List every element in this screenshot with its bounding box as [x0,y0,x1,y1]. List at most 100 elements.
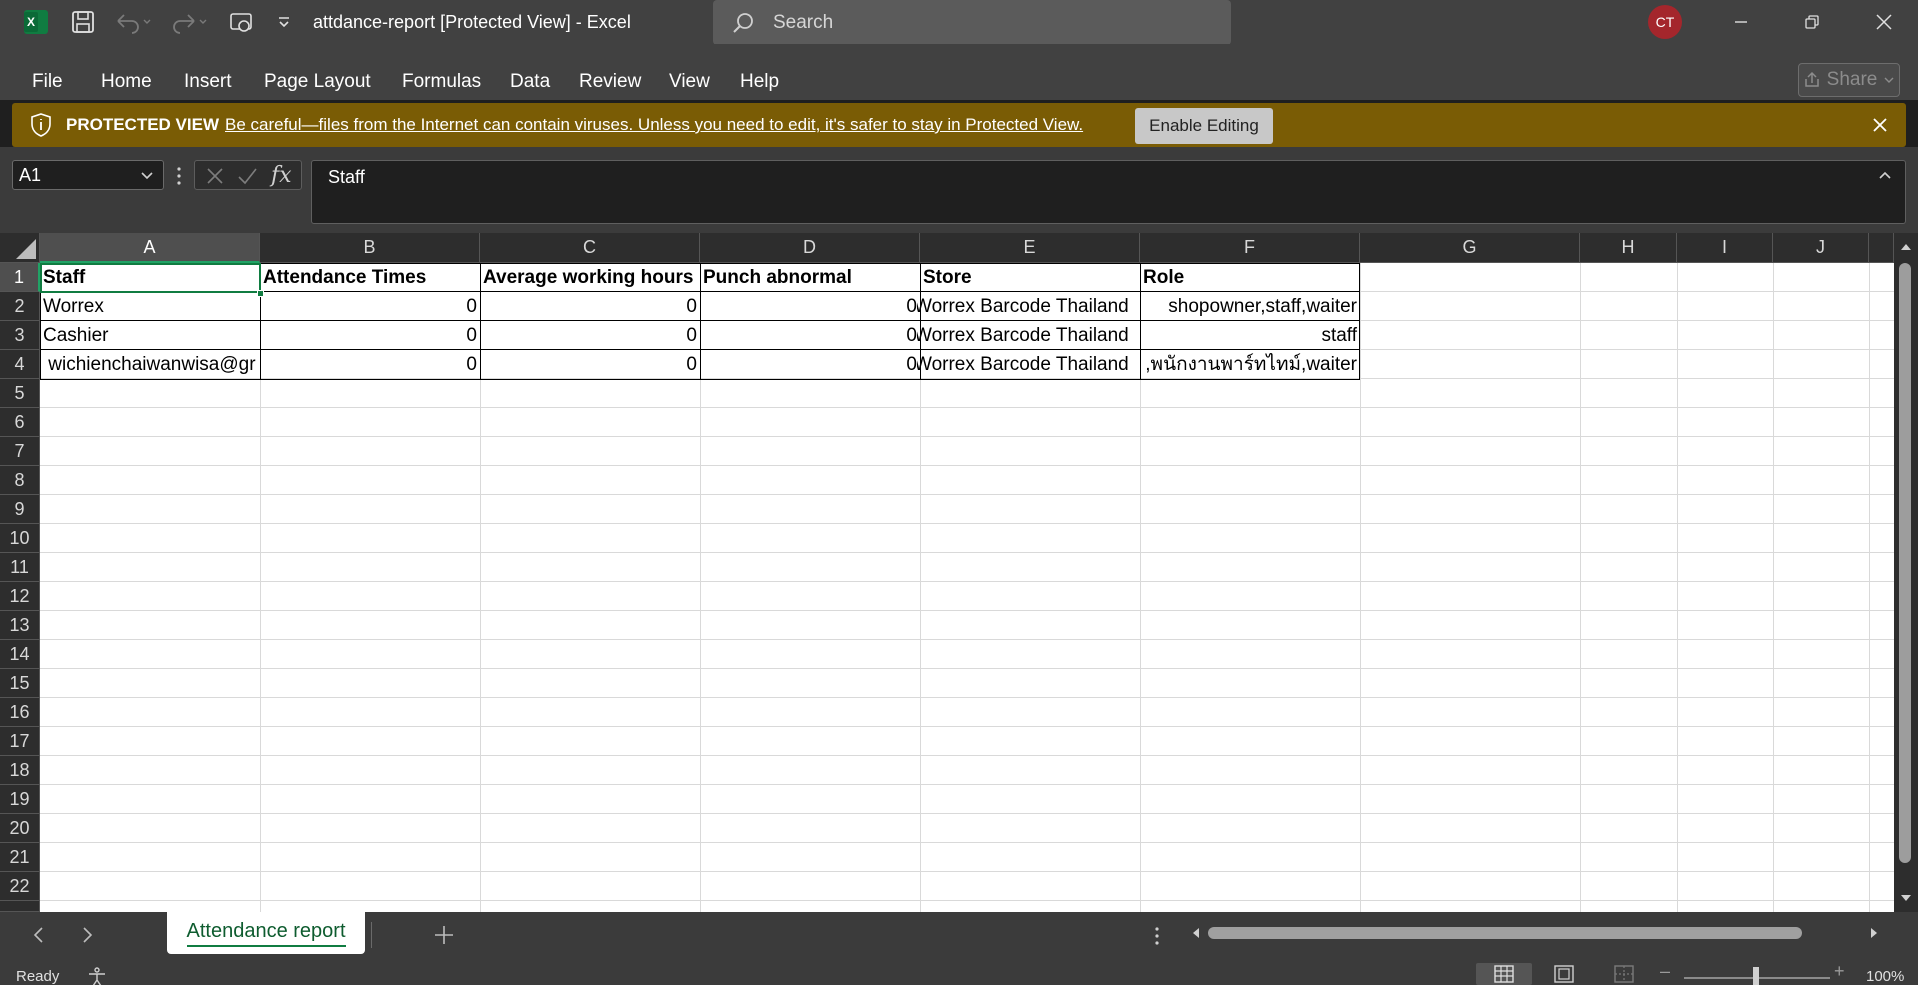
tab-review[interactable]: Review [579,44,641,100]
cell-a3[interactable]: Cashier [40,321,260,350]
tab-view[interactable]: View [669,44,710,100]
page-layout-view-button[interactable] [1536,963,1592,985]
zoom-slider-knob[interactable] [1753,967,1759,985]
fill-handle[interactable] [257,290,264,297]
column-header[interactable]: H [1580,233,1677,263]
cell-c2[interactable]: 0 [480,292,700,321]
column-header[interactable]: E [920,233,1140,263]
horizontal-scrollbar[interactable] [1182,922,1882,944]
row-header[interactable]: 2 [0,292,40,321]
cell-e2[interactable]: Worrex Barcode Thailand [917,292,1140,321]
more-options-icon[interactable] [172,163,186,189]
vertical-scrollbar[interactable] [1894,233,1918,912]
cell-e1[interactable]: Store [920,263,1140,292]
row-header[interactable]: 15 [0,669,40,698]
user-avatar[interactable]: CT [1648,5,1682,39]
cell-b1[interactable]: Attendance Times [260,263,480,292]
worksheet-grid[interactable]: A B C D E F G H I J 1 2 3 4 5 6 7 8 9 10… [0,233,1918,912]
check-icon[interactable] [235,164,259,188]
row-header[interactable]: 10 [0,524,40,553]
cell-e4[interactable]: Worrex Barcode Thailand [917,350,1140,379]
column-header[interactable]: D [700,233,920,263]
vertical-scroll-thumb[interactable] [1899,263,1911,863]
cell-f3[interactable]: staff [1140,321,1360,350]
cell-c4[interactable]: 0 [480,350,700,379]
row-header[interactable]: 1 [0,263,40,292]
cell-a2[interactable]: Worrex [40,292,260,321]
cell-d1[interactable]: Punch abnormal [700,263,920,292]
cell-a1[interactable]: Staff [40,263,260,292]
share-button[interactable]: Share [1798,63,1900,97]
insert-function-icon[interactable]: fx [271,161,292,191]
save-button[interactable] [68,0,98,44]
add-sheet-icon[interactable] [431,922,457,948]
row-header[interactable]: 22 [0,872,40,901]
cell-f1[interactable]: Role [1140,263,1360,292]
tab-data[interactable]: Data [510,44,550,100]
scroll-up-icon[interactable] [1898,239,1914,255]
column-header[interactable]: J [1773,233,1869,263]
horizontal-scroll-thumb[interactable] [1208,927,1802,939]
customize-qat-button[interactable] [272,0,296,44]
column-header[interactable]: G [1360,233,1580,263]
row-header[interactable]: 7 [0,437,40,466]
minimize-button[interactable] [1713,0,1769,44]
row-header[interactable]: 6 [0,408,40,437]
close-icon[interactable] [1868,113,1892,137]
row-header[interactable]: 14 [0,640,40,669]
row-header[interactable]: 20 [0,814,40,843]
row-header[interactable]: 18 [0,756,40,785]
name-box[interactable]: A1 [12,160,164,190]
sheet-tab-attendance-report[interactable]: Attendance report [167,912,365,954]
tab-insert[interactable]: Insert [184,44,232,100]
touch-mode-button[interactable] [226,0,256,44]
row-header[interactable]: 9 [0,495,40,524]
row-header[interactable]: 5 [0,379,40,408]
normal-view-button[interactable] [1476,963,1532,985]
redo-button[interactable] [168,0,208,44]
cell-d2[interactable]: 0 [700,292,920,321]
search-box[interactable]: Search [713,0,1231,45]
tab-file[interactable]: File [32,44,63,100]
cell-f2[interactable]: shopowner,staff,waiter [1140,292,1360,321]
chevron-left-icon[interactable] [28,924,50,946]
row-header[interactable]: 19 [0,785,40,814]
tab-page-layout[interactable]: Page Layout [264,44,371,100]
column-header[interactable]: F [1140,233,1360,263]
undo-button[interactable] [112,0,152,44]
cell-b3[interactable]: 0 [260,321,480,350]
zoom-level[interactable]: 100% [1866,958,1904,985]
zoom-in-button[interactable]: + [1834,961,1845,982]
enable-editing-button[interactable]: Enable Editing [1135,108,1273,144]
accessibility-icon[interactable] [86,966,108,985]
scroll-left-icon[interactable] [1188,925,1204,941]
formula-input[interactable]: Staff [311,160,1906,224]
cell-c3[interactable]: 0 [480,321,700,350]
row-header[interactable]: 12 [0,582,40,611]
column-header[interactable]: A [40,233,260,263]
zoom-out-button[interactable]: – [1660,961,1670,982]
tab-home[interactable]: Home [101,44,152,100]
cell-d3[interactable]: 0 [700,321,920,350]
page-break-view-button[interactable] [1596,963,1652,985]
row-header[interactable]: 16 [0,698,40,727]
row-header[interactable]: 8 [0,466,40,495]
cell-e3[interactable]: Worrex Barcode Thailand [917,321,1140,350]
row-header[interactable]: 11 [0,553,40,582]
column-header[interactable]: C [480,233,700,263]
row-header[interactable]: 3 [0,321,40,350]
row-header[interactable]: 4 [0,350,40,379]
cell-f4[interactable]: ,พนักงานพาร์ทไทม์,waiter [1140,350,1360,379]
row-header[interactable]: 21 [0,843,40,872]
cell-c1[interactable]: Average working hours [480,263,700,292]
cell-b2[interactable]: 0 [260,292,480,321]
select-all-corner[interactable] [0,233,40,263]
tab-formulas[interactable]: Formulas [402,44,481,100]
column-header[interactable]: I [1677,233,1773,263]
close-window-button[interactable] [1856,0,1912,44]
cell-b4[interactable]: 0 [260,350,480,379]
row-header[interactable]: 17 [0,727,40,756]
protected-view-message[interactable]: Be careful—files from the Internet can c… [225,103,1083,147]
row-header[interactable]: 13 [0,611,40,640]
cell-d4[interactable]: 0 [700,350,920,379]
